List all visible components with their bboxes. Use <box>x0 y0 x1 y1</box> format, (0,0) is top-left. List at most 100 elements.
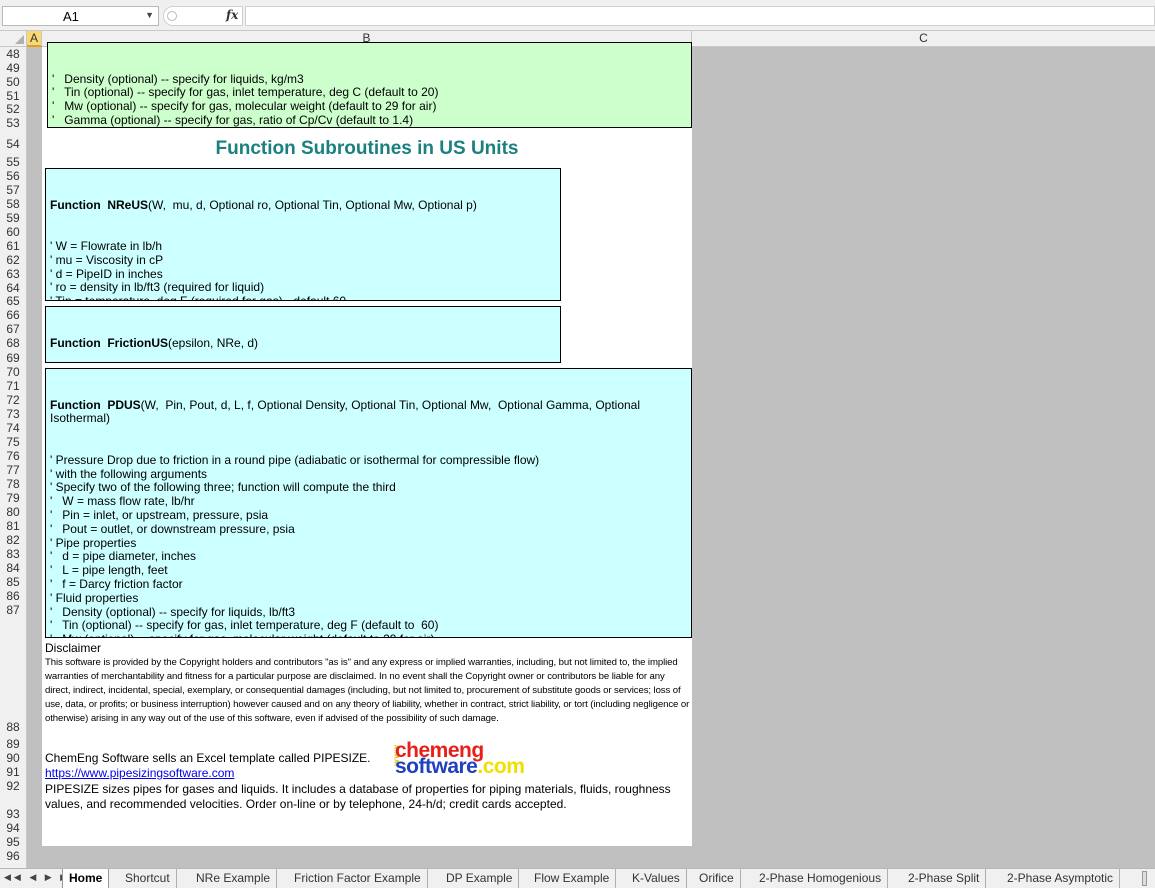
green-box-line: ' Gamma (optional) -- specify for gas, r… <box>52 112 414 127</box>
row-header[interactable]: 64 <box>0 281 26 295</box>
row-header[interactable]: 77 <box>0 463 26 477</box>
row-header[interactable]: 71 <box>0 379 26 393</box>
row-header[interactable]: 58 <box>0 197 26 211</box>
pdus-line: ' Fluid properties <box>50 590 139 605</box>
row-header[interactable]: 79 <box>0 491 26 505</box>
row-header[interactable]: 81 <box>0 519 26 533</box>
sheet-tab-shortcut[interactable]: Shortcut <box>119 869 177 888</box>
pdus-line: ' Density (optional) -- specify for liqu… <box>50 604 296 619</box>
sheet-tab-2-phase-homogenious[interactable]: 2-Phase Homogenious <box>753 869 889 888</box>
pdus-box: Function PDUS(W, Pin, Pout, d, L, f, Opt… <box>45 368 692 638</box>
row-header[interactable]: 73 <box>0 407 26 421</box>
sheet-tab-dp-example[interactable]: DP Example <box>440 869 520 888</box>
row-header[interactable]: 74 <box>0 421 26 435</box>
frictionus-box: Function FrictionUS(epsilon, NRe, d) ' e… <box>45 306 561 363</box>
sheet-tab-flow-example[interactable]: Flow Example <box>528 869 617 888</box>
row-header[interactable]: 83 <box>0 547 26 561</box>
sheet-tab-home[interactable]: Home <box>62 869 110 888</box>
column-header-a[interactable]: A <box>27 31 42 47</box>
pipesize-description: PIPESIZE sizes pipes for gases and liqui… <box>45 782 671 811</box>
nreus-signature: (W, mu, d, Optional ro, Optional Tin, Op… <box>148 197 477 212</box>
row-header[interactable]: 67 <box>0 322 26 336</box>
chevron-down-icon[interactable]: ▼ <box>145 10 154 20</box>
row-header[interactable]: 60 <box>0 225 26 239</box>
row-header[interactable]: 85 <box>0 575 26 589</box>
row-header[interactable]: 56 <box>0 169 26 183</box>
row-headers: 48 49 50 51 52 53 54 55 56 57 58 59 60 61 62 63 64 65 66 67… <box>0 47 27 868</box>
row-header[interactable]: 82 <box>0 533 26 547</box>
sheet-tab-k-values[interactable]: K-Values <box>626 869 687 888</box>
row-header[interactable]: 68 <box>0 336 26 350</box>
sheet-tab-friction-factor-example[interactable]: Friction Factor Example <box>288 869 428 888</box>
pdus-line: ' L = pipe length, feet <box>50 563 168 578</box>
column-header-c[interactable]: C <box>692 31 1155 47</box>
promo-line: ChemEng Software sells an Excel template… <box>45 751 371 765</box>
row-header[interactable]: 96 <box>0 849 26 863</box>
row-header[interactable]: 93 <box>0 807 26 821</box>
row-header[interactable]: 70 <box>0 365 26 379</box>
green-box-lines: ' Density (optional) -- specify for liqu… <box>52 72 687 127</box>
row-header[interactable]: 59 <box>0 211 26 225</box>
name-box[interactable]: A1 ▼ <box>2 6 159 26</box>
chemeng-software-logo[interactable]: www chemeng software.com <box>392 739 562 778</box>
nreus-keyword: Function NReUS <box>50 197 148 212</box>
pdus-line: ' Tin (optional) -- specify for gas, inl… <box>50 618 439 633</box>
row-header[interactable]: 95 <box>0 835 26 849</box>
row-header[interactable]: 51 <box>0 89 26 103</box>
row-header[interactable]: 61 <box>0 239 26 253</box>
nreus-lines: ' W = Flowrate in lb/h ' mu = Viscosity i… <box>50 238 556 300</box>
row-header[interactable]: 78 <box>0 477 26 491</box>
pdus-keyword: Function PDUS <box>50 397 141 412</box>
pdus-line: ' Pin = inlet, or upstream, pressure, ps… <box>50 507 269 522</box>
row-header[interactable]: 69 <box>0 351 26 365</box>
disclaimer-text: This software is provided by the Copyrig… <box>45 657 690 724</box>
row-header[interactable]: 92 <box>0 779 26 793</box>
green-box: ' Density (optional) -- specify for liqu… <box>47 42 692 128</box>
row-header[interactable]: 57 <box>0 183 26 197</box>
pdus-line: ' with the following arguments <box>50 466 208 481</box>
row-header[interactable]: 72 <box>0 393 26 407</box>
row-header[interactable]: 52 <box>0 102 26 116</box>
formula-handle-icon[interactable] <box>167 11 177 21</box>
row-header[interactable]: 49 <box>0 61 26 75</box>
row-header[interactable]: 75 <box>0 435 26 449</box>
row-header[interactable]: 55 <box>0 155 26 169</box>
row-header[interactable]: 63 <box>0 267 26 281</box>
pdus-line: ' d = pipe diameter, inches <box>50 549 197 564</box>
row-header[interactable]: 84 <box>0 561 26 575</box>
row-header[interactable]: 90 <box>0 751 26 765</box>
column-a-area <box>27 47 42 868</box>
excel-window: A1 ▼ fx A B C 48 49 50 51 52 53 54 55 56 57 58 59 60… <box>0 0 1155 888</box>
row-header[interactable]: 54 <box>0 137 26 151</box>
formula-input[interactable] <box>245 6 1155 26</box>
insert-function-button[interactable]: fx <box>226 8 238 22</box>
pdus-line: ' f = Darcy friction factor <box>50 576 183 591</box>
row-header[interactable]: 86 <box>0 589 26 603</box>
pipesizing-link[interactable]: https://www.pipesizingsoftware.com <box>45 766 234 780</box>
row-header[interactable]: 94 <box>0 821 26 835</box>
pdus-line: ' W = mass flow rate, lb/hr <box>50 494 195 509</box>
row-header[interactable]: 80 <box>0 505 26 519</box>
sheet-tab-nre-example[interactable]: NRe Example <box>190 869 278 888</box>
row-header[interactable]: 53 <box>0 116 26 130</box>
nreus-line: ' W = Flowrate in lb/h <box>50 238 162 253</box>
sheet-tab-2-phase-asymptotic[interactable]: 2-Phase Asymptotic <box>1001 869 1121 888</box>
frictionus-signature: (epsilon, NRe, d) <box>168 335 259 350</box>
sheet-tab-orifice[interactable]: Orifice <box>693 869 741 888</box>
tab-split-handle[interactable] <box>1142 871 1147 886</box>
row-header[interactable]: 66 <box>0 308 26 322</box>
logo-line2-suffix: .com <box>477 755 525 778</box>
row-header[interactable]: 91 <box>0 765 26 779</box>
row-header[interactable]: 65 <box>0 294 26 308</box>
row-header[interactable]: 87 <box>0 603 26 617</box>
row-header[interactable]: 88 <box>0 720 26 734</box>
row-header[interactable]: 50 <box>0 75 26 89</box>
row-header[interactable]: 89 <box>0 737 26 751</box>
row-header[interactable]: 48 <box>0 47 26 61</box>
nreus-line: ' Tin = temperature, deg F (required for… <box>50 294 556 300</box>
row-header[interactable]: 76 <box>0 449 26 463</box>
sheet-tab-2-phase-split[interactable]: 2-Phase Split <box>902 869 987 888</box>
logo-line2-text: software <box>395 755 478 778</box>
select-all-corner[interactable] <box>0 31 27 47</box>
row-header[interactable]: 62 <box>0 253 26 267</box>
